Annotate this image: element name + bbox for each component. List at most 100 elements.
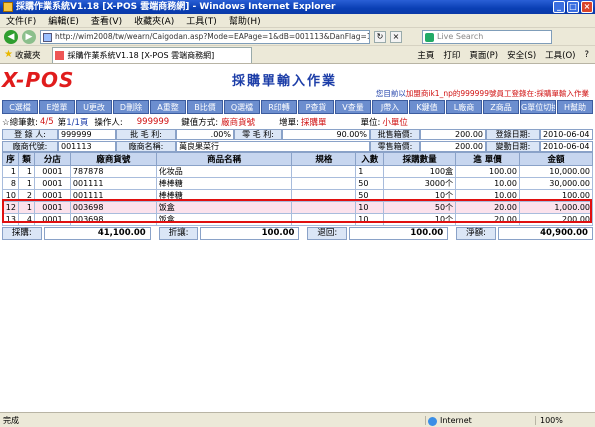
col-product-name[interactable]: 商品名稱 — [155, 152, 293, 166]
page-label: 第 — [57, 118, 67, 128]
unit-switch-button[interactable]: G單位切換 — [520, 100, 556, 114]
function-toolbar: C選檔 E增單 U更改 D刪除 A重整 B比價 Q選檔 R印轉 P查貨 V查量 … — [2, 100, 593, 114]
key-mode-value[interactable]: 廠商貨號 — [221, 116, 255, 128]
url-input[interactable]: http://wim2008/tw/wearn/Caigodan.asp?Mod… — [40, 29, 370, 44]
col-pack-qty[interactable]: 入數 — [355, 152, 385, 166]
refresh-button[interactable]: A重整 — [150, 100, 186, 114]
zoom-control[interactable]: 100% — [535, 415, 595, 425]
print-button[interactable]: 打印 — [443, 49, 460, 61]
close-button[interactable]: × — [581, 1, 593, 13]
cell-unit-price[interactable]: 100.00 — [455, 165, 520, 178]
cell-seq: 13 — [2, 213, 19, 226]
cell-unit-price[interactable]: 20.00 — [455, 213, 520, 226]
col-vendor-sku[interactable]: 廠商貨號 — [69, 152, 157, 166]
cell-order-qty[interactable]: 100盒 — [383, 165, 457, 178]
delete-button[interactable]: D刪除 — [113, 100, 149, 114]
table-row[interactable]: 8 1 0001 001111 棒棒糖 50 3000个 10.00 30,00… — [2, 177, 594, 190]
star-icon: ★ — [4, 49, 13, 60]
menu-favorites[interactable]: 收藏夾(A) — [134, 14, 174, 27]
back-button[interactable]: ◀ — [4, 29, 18, 44]
search-input[interactable]: Live Search — [422, 29, 552, 44]
home-button[interactable]: 主頁 — [417, 49, 434, 61]
maximize-button[interactable]: □ — [567, 1, 579, 13]
import-button[interactable]: J帶入 — [372, 100, 408, 114]
vendor-code-field[interactable]: 001113 — [58, 140, 116, 152]
query-file-button[interactable]: Q選檔 — [224, 100, 260, 114]
vendor-name-field[interactable]: 萬良果菜行 — [176, 140, 370, 152]
product-button[interactable]: Z商品 — [483, 100, 519, 114]
menu-help[interactable]: 幫助(H) — [229, 14, 261, 27]
col-store[interactable]: 分店 — [33, 152, 71, 166]
cell-name: 饭盒 — [155, 201, 293, 214]
favorites-button[interactable]: ★ 收藏夾 — [0, 49, 44, 61]
browser-tab[interactable]: 採購作業系統V1.18 [X-POS 雲端商務網] — [52, 46, 253, 63]
retail-margin-field[interactable]: 90.00% — [282, 128, 370, 140]
key-mode-label: 鍵值方式: — [181, 118, 219, 128]
add-order-label: 增單: — [279, 118, 299, 128]
cell-spec — [291, 213, 357, 226]
add-order-value[interactable]: 採購單 — [301, 116, 327, 128]
entry-person-field[interactable]: 999999 — [58, 128, 116, 140]
menu-tools[interactable]: 工具(T) — [186, 14, 217, 27]
help-button[interactable]: ? — [584, 50, 589, 60]
price-compare-button[interactable]: B比價 — [187, 100, 223, 114]
forward-button[interactable]: ▶ — [22, 29, 36, 44]
menu-bar: 文件(F) 編輯(E) 查看(V) 收藏夾(A) 工具(T) 幫助(H) — [0, 14, 595, 28]
cell-store: 0001 — [33, 165, 71, 178]
cell-pack-qty: 10 — [355, 201, 385, 214]
retail-box-price-field[interactable]: 200.00 — [420, 140, 486, 152]
cell-sku: 003698 — [69, 213, 157, 226]
tools-menu[interactable]: 工具(O) — [545, 49, 575, 61]
cell-amount: 10,000.00 — [518, 165, 594, 178]
table-row[interactable]: 13 4 0001 003698 饭盒 10 10个 20.00 200.00 — [2, 213, 594, 226]
menu-file[interactable]: 文件(F) — [6, 14, 36, 27]
cell-order-qty[interactable]: 10个 — [383, 189, 457, 202]
select-file-button[interactable]: C選檔 — [2, 100, 38, 114]
menu-view[interactable]: 查看(V) — [91, 14, 122, 27]
cell-store: 0001 — [33, 201, 71, 214]
operator-value: 999999 — [136, 117, 170, 127]
col-spec[interactable]: 規格 — [291, 152, 357, 166]
page-menu[interactable]: 頁面(P) — [469, 49, 498, 61]
globe-icon — [428, 416, 437, 426]
cell-name: 棒棒糖 — [155, 189, 293, 202]
check-quantity-button[interactable]: V查量 — [335, 100, 371, 114]
table-row[interactable]: 1 1 0001 787878 化妆品 1 100盒 100.00 10,000… — [2, 165, 594, 178]
cell-order-qty[interactable]: 3000个 — [383, 177, 457, 190]
table-row[interactable]: 10 2 0001 001111 棒棒糖 50 10个 10.00 100.00 — [2, 189, 594, 202]
unit-value[interactable]: 小單位 — [382, 116, 408, 128]
net-amount-label: 淨額: — [456, 226, 496, 240]
key-value-button[interactable]: K鍵值 — [409, 100, 445, 114]
table-row[interactable]: 12 1 0001 003698 饭盒 10 50个 20.00 1,000.0… — [2, 201, 594, 214]
add-order-button[interactable]: E增單 — [39, 100, 75, 114]
cell-order-qty[interactable]: 10个 — [383, 213, 457, 226]
cell-amount: 1,000.00 — [518, 201, 594, 214]
col-seq[interactable]: 序 — [2, 152, 19, 166]
col-amount[interactable]: 金額 — [518, 152, 594, 166]
col-unit-price[interactable]: 進 單價 — [455, 152, 520, 166]
discount-field[interactable]: 100.00 — [200, 226, 300, 240]
minimize-button[interactable]: _ — [553, 1, 565, 13]
change-date-field[interactable]: 2010-06-04 — [540, 140, 593, 152]
wholesale-box-price-field[interactable]: 200.00 — [420, 128, 486, 140]
cell-seq: 8 — [2, 177, 19, 190]
stop-button[interactable]: × — [390, 30, 402, 43]
cell-unit-price[interactable]: 20.00 — [455, 201, 520, 214]
return-field[interactable]: 100.00 — [349, 226, 449, 240]
col-type[interactable]: 類 — [17, 152, 35, 166]
menu-edit[interactable]: 編輯(E) — [48, 14, 79, 27]
wholesale-margin-field[interactable]: .00% — [176, 128, 234, 140]
help-button[interactable]: H幫助 — [557, 100, 593, 114]
print-transfer-button[interactable]: R印轉 — [261, 100, 297, 114]
vendor-button[interactable]: L廠商 — [446, 100, 482, 114]
update-button[interactable]: U更改 — [76, 100, 112, 114]
ie-app-icon — [3, 2, 13, 12]
check-goods-button[interactable]: P查貨 — [298, 100, 334, 114]
cell-order-qty[interactable]: 50个 — [383, 201, 457, 214]
col-order-qty[interactable]: 採購數量 — [383, 152, 457, 166]
login-date-field[interactable]: 2010-06-04 — [540, 128, 593, 140]
safety-menu[interactable]: 安全(S) — [507, 49, 536, 61]
refresh-button[interactable]: ↻ — [374, 30, 386, 43]
cell-unit-price[interactable]: 10.00 — [455, 177, 520, 190]
cell-unit-price[interactable]: 10.00 — [455, 189, 520, 202]
